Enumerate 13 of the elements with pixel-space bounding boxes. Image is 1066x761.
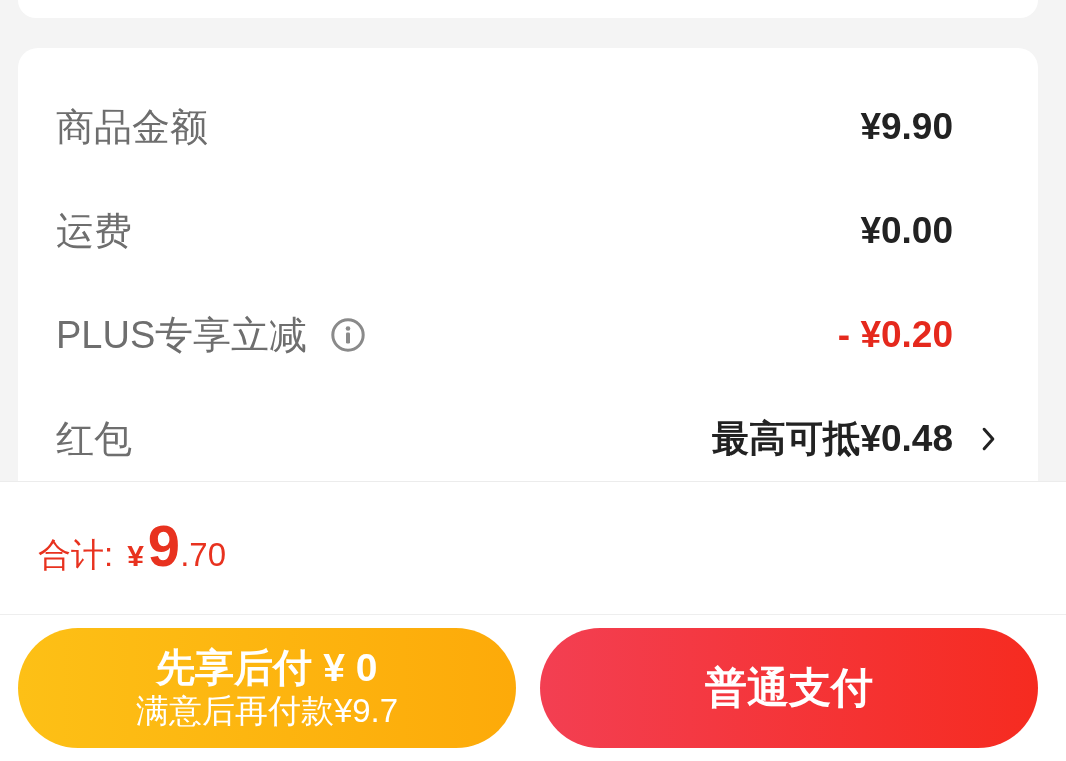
info-icon[interactable]	[331, 318, 366, 352]
fee-value: ¥9.90	[860, 106, 953, 148]
fee-label: 红包	[56, 416, 132, 462]
fee-label: 商品金额	[56, 104, 208, 150]
total-label: 合计:	[38, 535, 114, 575]
fee-value: - ¥0.20	[837, 314, 953, 356]
fee-value[interactable]: 最高可抵¥0.48	[712, 414, 953, 464]
total-amount: ¥9.70	[127, 512, 226, 579]
fee-label: PLUS专享立减	[56, 312, 308, 358]
pay-button[interactable]: 普通支付	[540, 628, 1038, 748]
fee-value: ¥0.00	[860, 210, 953, 252]
chevron-right-icon[interactable]	[982, 427, 995, 451]
fee-label: 运费	[56, 208, 132, 254]
